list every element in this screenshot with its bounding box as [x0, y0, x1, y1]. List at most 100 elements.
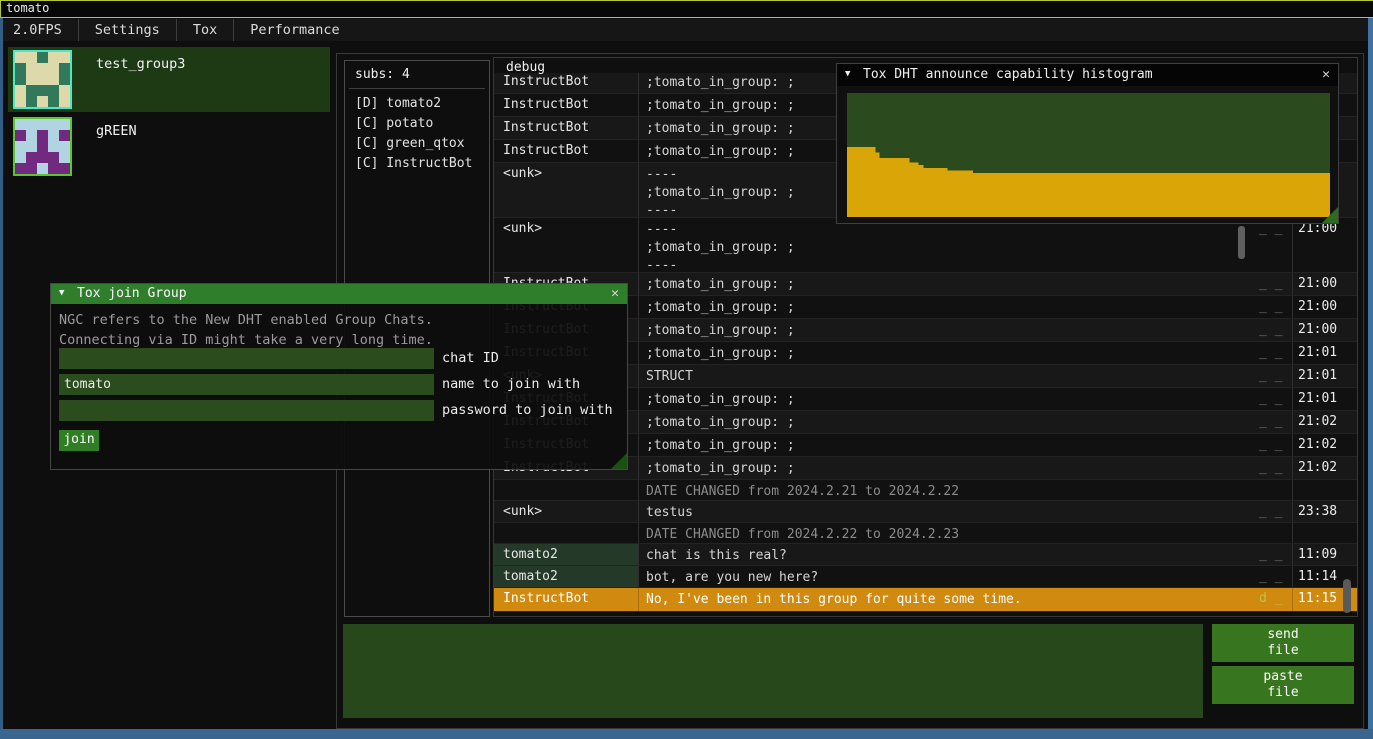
- message-text: ;tomato_in_group: ;: [638, 319, 1249, 341]
- message-time: 21:01: [1292, 342, 1344, 364]
- chat-row[interactable]: <unk>----;tomato_in_group: ;----_ _21:00: [494, 218, 1357, 273]
- message-time: 21:02: [1292, 457, 1344, 479]
- join-field-label: name to join with: [442, 374, 580, 395]
- menu-item-settings[interactable]: Settings: [79, 19, 176, 41]
- close-icon[interactable]: ✕: [611, 284, 619, 303]
- message-text: No, I've been in this group for quite so…: [638, 588, 1249, 611]
- message-flags: _ _: [1249, 544, 1292, 565]
- message-time: [1292, 480, 1344, 500]
- chat-row[interactable]: <unk>testus_ _23:38: [494, 501, 1357, 523]
- subs-member[interactable]: [C] green_qtox: [345, 133, 489, 153]
- menu-item-performance[interactable]: Performance: [234, 19, 355, 41]
- message-time: 21:00: [1292, 273, 1344, 295]
- histogram-bin: [879, 158, 909, 217]
- message-time: [1292, 523, 1344, 543]
- message-flags: [1249, 523, 1292, 543]
- message-flags: _ _: [1249, 319, 1292, 341]
- message-flags: _ _: [1249, 296, 1292, 318]
- send-file-label-line1: send: [1212, 627, 1354, 643]
- sender-name: tomato2: [494, 566, 638, 587]
- dht-histogram-titlebar[interactable]: ▼ Tox DHT announce capability histogram …: [837, 64, 1338, 86]
- message-flags: _ _: [1249, 411, 1292, 433]
- subs-member[interactable]: [D] tomato2: [345, 93, 489, 113]
- message-time: 11:14: [1292, 566, 1344, 587]
- message-flags: _ _: [1249, 365, 1292, 387]
- message-time: 21:02: [1292, 411, 1344, 433]
- join-field-row: name to join with: [59, 374, 613, 395]
- close-icon[interactable]: ✕: [1322, 64, 1330, 85]
- sender-name: <unk>: [494, 163, 638, 217]
- histogram-bin: [947, 171, 973, 218]
- sender-name: <unk>: [494, 218, 638, 272]
- chat-row[interactable]: tomato2chat is this real?_ _11:09: [494, 544, 1357, 566]
- histogram-bin: [847, 147, 876, 217]
- subs-member[interactable]: [C] InstructBot: [345, 153, 489, 173]
- dht-histogram-window: ▼ Tox DHT announce capability histogram …: [836, 63, 1339, 224]
- message-time: 21:00: [1292, 218, 1344, 272]
- group-item-gREEN[interactable]: gREEN: [8, 114, 330, 179]
- message-time: 21:01: [1292, 388, 1344, 410]
- sender-name: InstructBot: [494, 140, 638, 162]
- sender-name: <unk>: [494, 501, 638, 522]
- message-text: ;tomato_in_group: ;: [638, 388, 1249, 410]
- join-info-line-2: Connecting via ID might take a very long…: [59, 330, 627, 350]
- menu-item-tox[interactable]: Tox: [177, 19, 233, 41]
- window-edge-bottom: [0, 729, 1373, 739]
- histogram-bin: [909, 162, 919, 217]
- subs-member[interactable]: [C] potato: [345, 113, 489, 133]
- message-text: ----;tomato_in_group: ;----: [638, 218, 1249, 272]
- resize-grip-icon[interactable]: [1322, 207, 1338, 223]
- send-file-label-line2: file: [1212, 643, 1354, 659]
- group-item-test_group3[interactable]: test_group3: [8, 47, 330, 112]
- join-button[interactable]: join: [59, 430, 99, 451]
- message-flags: [1249, 480, 1292, 500]
- message-text: DATE CHANGED from 2024.2.22 to 2024.2.23: [638, 523, 1249, 543]
- message-time: 21:02: [1292, 434, 1344, 456]
- subs-header: subs: 4: [345, 61, 489, 82]
- message-text: ;tomato_in_group: ;: [638, 296, 1249, 318]
- os-titlebar[interactable]: tomato: [0, 0, 1373, 18]
- message-text: STRUCT: [638, 365, 1249, 387]
- histogram-bin: [973, 173, 1330, 217]
- message-flags: _ _: [1249, 501, 1292, 522]
- message-time: 11:15: [1292, 588, 1344, 611]
- message-scrollbar[interactable]: [1238, 226, 1245, 259]
- sender-name: InstructBot: [494, 588, 638, 611]
- message-text: ;tomato_in_group: ;: [638, 411, 1249, 433]
- chat-scrollbar[interactable]: [1343, 579, 1351, 613]
- group-list: test_group3gREEN: [8, 47, 330, 181]
- message-text: ;tomato_in_group: ;: [638, 342, 1249, 364]
- join-field-chat-id[interactable]: [59, 348, 434, 369]
- chat-date-row[interactable]: DATE CHANGED from 2024.2.21 to 2024.2.22: [494, 480, 1357, 501]
- sender-name: [494, 480, 638, 500]
- message-text: DATE CHANGED from 2024.2.21 to 2024.2.22: [638, 480, 1249, 500]
- paste-file-button[interactable]: paste file: [1212, 666, 1354, 704]
- message-time: 11:09: [1292, 544, 1344, 565]
- tab-debug[interactable]: debug: [506, 60, 545, 75]
- message-text: ;tomato_in_group: ;: [638, 434, 1249, 456]
- join-group-title: Tox join Group: [77, 284, 187, 303]
- message-time: 23:38: [1292, 501, 1344, 522]
- window-edge-right: [1368, 18, 1373, 729]
- resize-grip-icon[interactable]: [611, 453, 627, 469]
- join-group-window: ▼ Tox join Group ✕ NGC refers to the New…: [50, 283, 628, 470]
- chat-date-row[interactable]: DATE CHANGED from 2024.2.22 to 2024.2.23: [494, 523, 1357, 544]
- join-field-row: password to join with: [59, 400, 613, 421]
- message-flags: _ _: [1249, 342, 1292, 364]
- join-group-titlebar[interactable]: ▼ Tox join Group ✕: [51, 284, 627, 304]
- chat-row[interactable]: InstructBotNo, I've been in this group f…: [494, 588, 1357, 612]
- message-flags: _ _: [1249, 457, 1292, 479]
- join-field-name-to-join-with[interactable]: [59, 374, 434, 395]
- collapse-icon[interactable]: ▼: [845, 64, 850, 85]
- chat-row[interactable]: tomato2bot, are you new here?_ _11:14: [494, 566, 1357, 588]
- message-text: ;tomato_in_group: ;: [638, 273, 1249, 295]
- histogram-bin: [918, 165, 923, 217]
- send-file-button[interactable]: send file: [1212, 624, 1354, 662]
- message-flags: _ _: [1249, 218, 1292, 272]
- message-text: ;tomato_in_group: ;: [638, 457, 1249, 479]
- composer-input[interactable]: [343, 624, 1203, 718]
- join-field-password-to-join-with[interactable]: [59, 400, 434, 421]
- collapse-icon[interactable]: ▼: [59, 284, 64, 303]
- message-flags: _ _: [1249, 273, 1292, 295]
- message-text: testus: [638, 501, 1249, 522]
